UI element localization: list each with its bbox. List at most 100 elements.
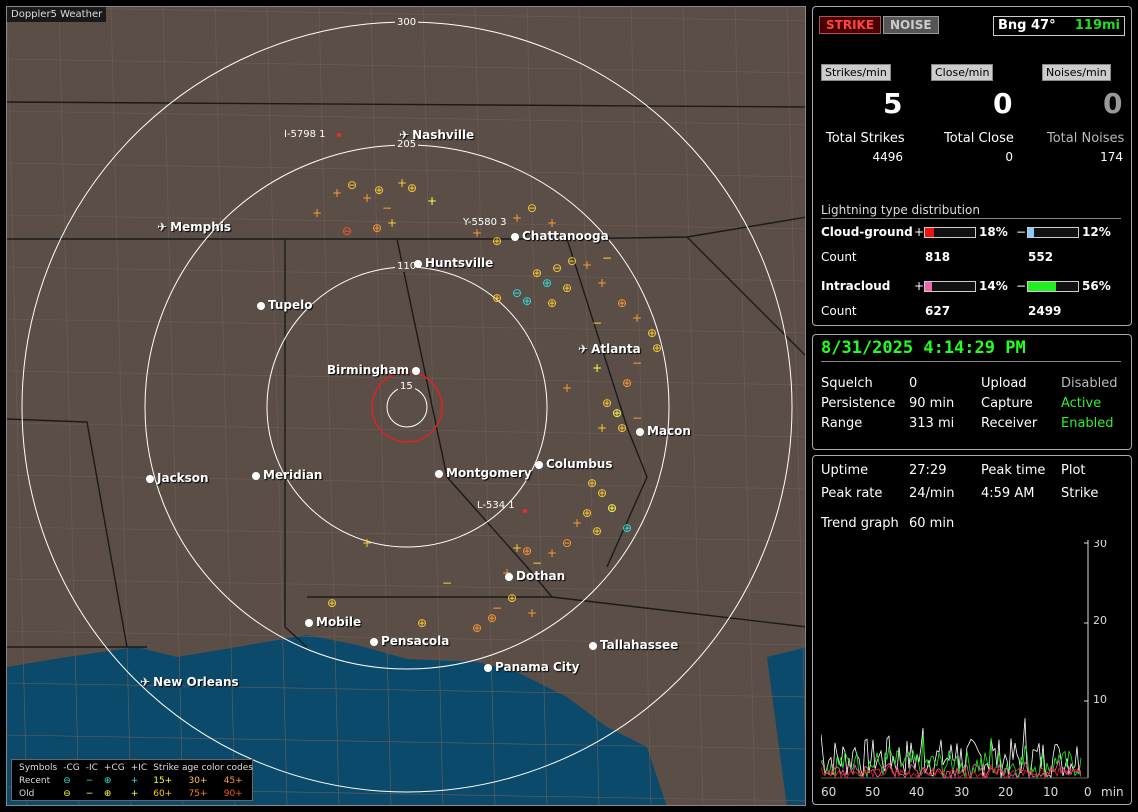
county-line — [7, 578, 805, 594]
range-label: Range — [821, 416, 863, 431]
state-border — [7, 216, 805, 240]
capture-label: Capture — [981, 396, 1033, 411]
squelch-value[interactable]: 0 — [909, 376, 917, 391]
upload-label: Upload — [981, 376, 1027, 391]
city-dot-icon — [412, 366, 421, 375]
city-huntsville: Huntsville — [414, 256, 493, 270]
county-line — [7, 162, 805, 178]
strike-symbol: + — [512, 211, 522, 225]
city-dothan: Dothan — [505, 569, 565, 583]
strike-symbol: ⊖ — [347, 178, 357, 192]
city-dot-icon — [636, 427, 644, 436]
strike-symbol: ⊕ — [407, 181, 417, 195]
strike-symbol: ⊕ — [542, 276, 552, 290]
legend-header: Symbols — [19, 763, 58, 773]
close-per-min-value: 0 — [993, 87, 1013, 120]
city-new-orleans: ✈ New Orleans — [140, 675, 239, 689]
noises-per-min-header[interactable]: Noises/min — [1042, 64, 1111, 81]
cg-pos-bar-fill — [925, 228, 934, 237]
trend-graph-label: Trend graph — [821, 516, 899, 531]
strike-symbol: ⊕ — [647, 326, 657, 340]
strike-symbol: ⊕ — [472, 621, 482, 635]
y-tick-30: 30 — [1093, 540, 1107, 550]
y-tick-10: 10 — [1093, 693, 1107, 706]
strike-symbol: + — [562, 381, 572, 395]
airport-icon: ✈ — [578, 342, 589, 356]
x-tick-20: 20 — [998, 785, 1013, 799]
receiver-label: Receiver — [981, 416, 1038, 431]
strike-symbol: − — [592, 316, 602, 330]
peak-time-label: Peak time — [981, 463, 1046, 478]
county-line — [7, 318, 805, 334]
legend-old-label: Old — [19, 789, 35, 799]
legend-recent-label: Recent — [19, 776, 51, 786]
strike-symbol: ⊕ — [617, 421, 627, 435]
noise-button[interactable]: NOISE — [883, 16, 939, 34]
storm-marker-label: I-5798 1 — [284, 129, 326, 140]
ic-neg-bar — [1027, 281, 1079, 292]
trend-panel: Uptime 27:29 Peak time Plot Peak rate 24… — [812, 455, 1132, 805]
county-line — [682, 7, 704, 805]
state-border — [686, 236, 805, 356]
range-label-300: 300 — [395, 17, 419, 28]
peak-rate-label: Peak rate — [821, 486, 883, 501]
close-per-min-header[interactable]: Close/min — [931, 64, 994, 81]
pos-cg-icon: ⊕ — [103, 789, 112, 799]
strike-symbol: + — [547, 546, 557, 560]
city-jackson: Jackson — [146, 471, 209, 485]
cg-pos-bar — [924, 227, 976, 238]
city-montgomery: Montgomery — [435, 466, 532, 480]
total-close-label: Total Close — [944, 131, 1014, 146]
city-tupelo: Tupelo — [257, 298, 313, 312]
strikes-per-min-header[interactable]: Strikes/min — [821, 64, 891, 81]
x-tick-0: 0 — [1084, 785, 1092, 799]
distance-value: 119mi — [1074, 18, 1120, 33]
divider — [821, 361, 1121, 362]
county-line — [7, 526, 805, 542]
ic-neg-count: 2499 — [1028, 304, 1062, 318]
upload-value[interactable]: Disabled — [1061, 376, 1117, 391]
strike-symbol: ⊕ — [507, 591, 517, 605]
cg-neg-percent: 12% — [1082, 225, 1111, 239]
plot-label: Plot — [1061, 463, 1086, 478]
range-value[interactable]: 313 mi — [909, 416, 954, 431]
city-dot-icon — [511, 232, 519, 241]
total-noises-label: Total Noises — [1047, 131, 1125, 146]
ic-neg-bar-fill — [1028, 282, 1056, 291]
strike-symbol: ⊕ — [602, 396, 612, 410]
airport-icon: ✈ — [140, 675, 151, 689]
capture-value[interactable]: Active — [1061, 396, 1101, 411]
lightning-map[interactable]: + ⊖ + ⊕ − + + ⊖ ⊕ + ⊕ + + ⊕ + ⊖ + ⊕ ⊕ ⊖ ⊖ + − ⊖ ⊕ ⊕ ⊕ + ⊕ ⊕ − + ⊕ ⊕ − + ⊕ + ⊕ ⊕… — [6, 6, 806, 806]
city-birmingham: Birmingham — [327, 363, 423, 377]
city-columbus: Columbus — [535, 457, 613, 471]
strike-symbol: ⊕ — [492, 234, 502, 248]
x-unit: min — [1101, 785, 1124, 799]
storm-marker — [523, 509, 527, 513]
persistence-value[interactable]: 90 min — [909, 396, 954, 411]
cg-neg-bar — [1027, 227, 1079, 238]
strike-symbol: + — [547, 216, 557, 230]
strike-symbol: ⊕ — [547, 296, 557, 310]
city-dot-icon — [257, 301, 265, 310]
squelch-label: Squelch — [821, 376, 873, 391]
total-close-value: 0 — [1005, 150, 1013, 164]
range-ring — [386, 386, 428, 428]
strike-symbol: ⊕ — [582, 506, 592, 520]
strike-button[interactable]: STRIKE — [819, 16, 882, 34]
city-macon: Macon — [636, 424, 691, 438]
strike-symbol: − — [532, 556, 542, 570]
strike-symbol: ⊕ — [562, 281, 572, 295]
plot-value[interactable]: Strike — [1061, 486, 1098, 501]
strike-symbol: ⊖ — [552, 261, 562, 275]
trend-graph-value[interactable]: 60 min — [909, 516, 954, 531]
receiver-value[interactable]: Enabled — [1061, 416, 1114, 431]
pos-cg-icon: ⊕ — [103, 776, 112, 786]
pos-ic-icon: + — [130, 789, 139, 799]
strike-symbol: + — [572, 516, 582, 530]
bearing-value: Bng 47° — [998, 18, 1056, 33]
age-code: 90+ — [223, 789, 243, 799]
legend-header: -CG — [63, 763, 80, 773]
storm-marker-label: Y-5580 3 — [463, 217, 507, 228]
state-border — [7, 101, 805, 108]
county-line — [7, 214, 805, 230]
